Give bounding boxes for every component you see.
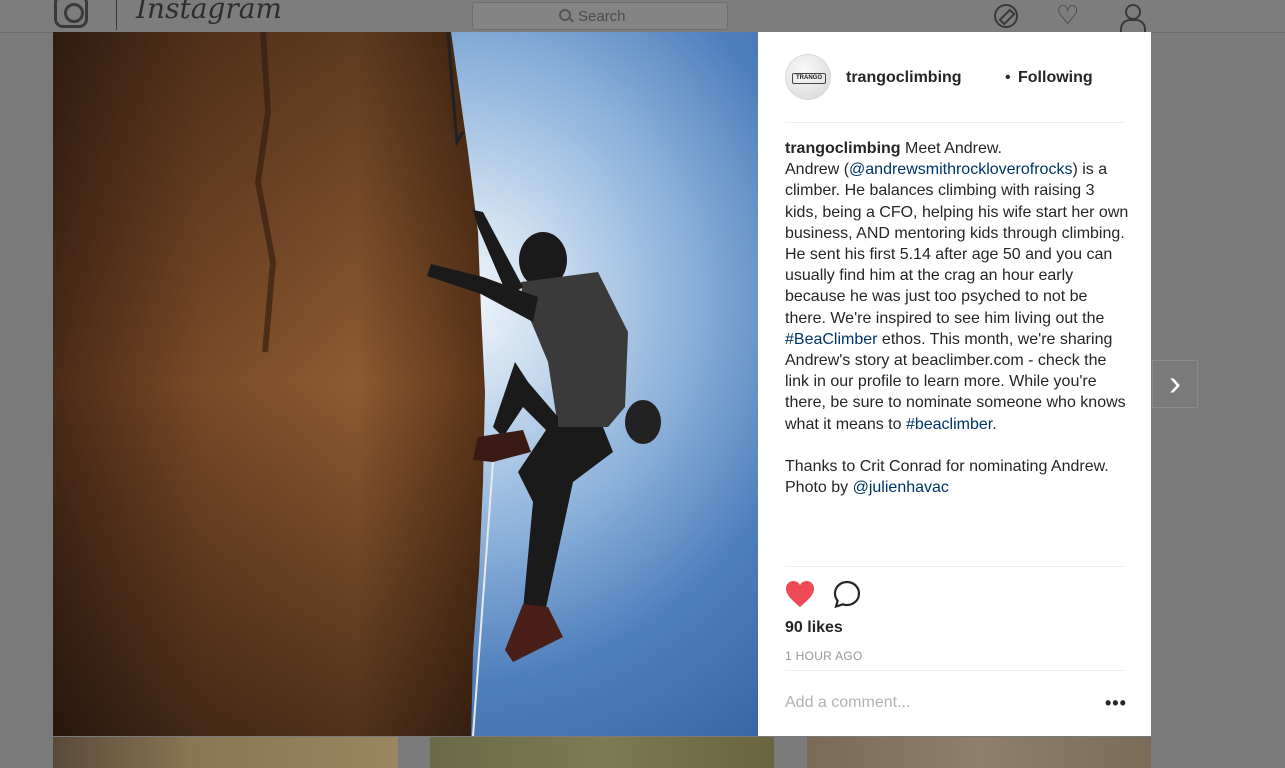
caption-intro: Meet Andrew. xyxy=(905,140,1002,157)
caption-text: ) is a climber. He balances climbing wit… xyxy=(785,161,1129,327)
search-placeholder: Search xyxy=(578,8,626,25)
grid-thumbnail[interactable] xyxy=(807,737,1151,768)
avatar[interactable]: TRANGO xyxy=(785,54,831,100)
grid-thumbnail[interactable] xyxy=(430,737,774,768)
heart-outline-icon[interactable]: ♡ xyxy=(1056,2,1080,28)
search-icon xyxy=(559,9,571,21)
following-button[interactable]: Following xyxy=(1018,69,1093,87)
caption-mention[interactable]: @julienhavac xyxy=(853,479,949,496)
caption-hashtag[interactable]: #beaclimber xyxy=(906,416,992,433)
instagram-wordmark[interactable]: Instagram xyxy=(136,0,282,25)
caption-paragraph: Thanks to Crit Conrad for nominating And… xyxy=(785,456,1130,498)
trango-logo: TRANGO xyxy=(792,73,826,84)
more-options-icon[interactable]: ••• xyxy=(1105,694,1127,712)
climber-photo-illustration xyxy=(53,32,661,736)
likes-count[interactable]: 90 likes xyxy=(785,619,843,637)
search-input[interactable]: Search xyxy=(472,2,728,30)
next-post-button[interactable]: › xyxy=(1152,360,1198,408)
top-navigation-bar: Instagram Search ♡ xyxy=(0,0,1285,33)
caption-username[interactable]: trangoclimbing xyxy=(785,140,901,157)
caption-text: . xyxy=(992,415,997,433)
comment-icon[interactable] xyxy=(833,580,861,608)
post-header: TRANGO trangoclimbing • Following xyxy=(785,54,1124,123)
post-timestamp: 1 HOUR AGO xyxy=(785,649,863,663)
caption-hashtag[interactable]: #BeaClimber xyxy=(785,331,877,348)
actions-divider xyxy=(785,566,1124,567)
instagram-logo-icon[interactable] xyxy=(54,0,88,28)
chevron-right-icon: › xyxy=(1169,362,1181,403)
caption-text: Andrew ( xyxy=(785,161,850,179)
header-separator: • xyxy=(1005,69,1011,86)
post-caption: trangoclimbing Meet Andrew. Andrew (@andr… xyxy=(785,138,1130,498)
caption-paragraph: trangoclimbing Meet Andrew. Andrew (@andr… xyxy=(785,138,1130,435)
compass-icon[interactable] xyxy=(994,4,1018,28)
grid-thumbnail[interactable] xyxy=(53,737,398,768)
comment-input[interactable] xyxy=(785,692,1085,714)
post-modal: TRANGO trangoclimbing • Following trango… xyxy=(53,32,1151,736)
logo-divider xyxy=(116,0,117,30)
profile-icon[interactable] xyxy=(1120,4,1146,33)
post-sidebar: TRANGO trangoclimbing • Following trango… xyxy=(758,32,1151,736)
header-username[interactable]: trangoclimbing xyxy=(846,69,962,87)
caption-mention[interactable]: @andrewsmithrockloverofrocks xyxy=(849,161,1072,178)
heart-icon[interactable] xyxy=(785,580,815,608)
comment-divider xyxy=(785,670,1124,671)
post-photo xyxy=(53,32,758,736)
